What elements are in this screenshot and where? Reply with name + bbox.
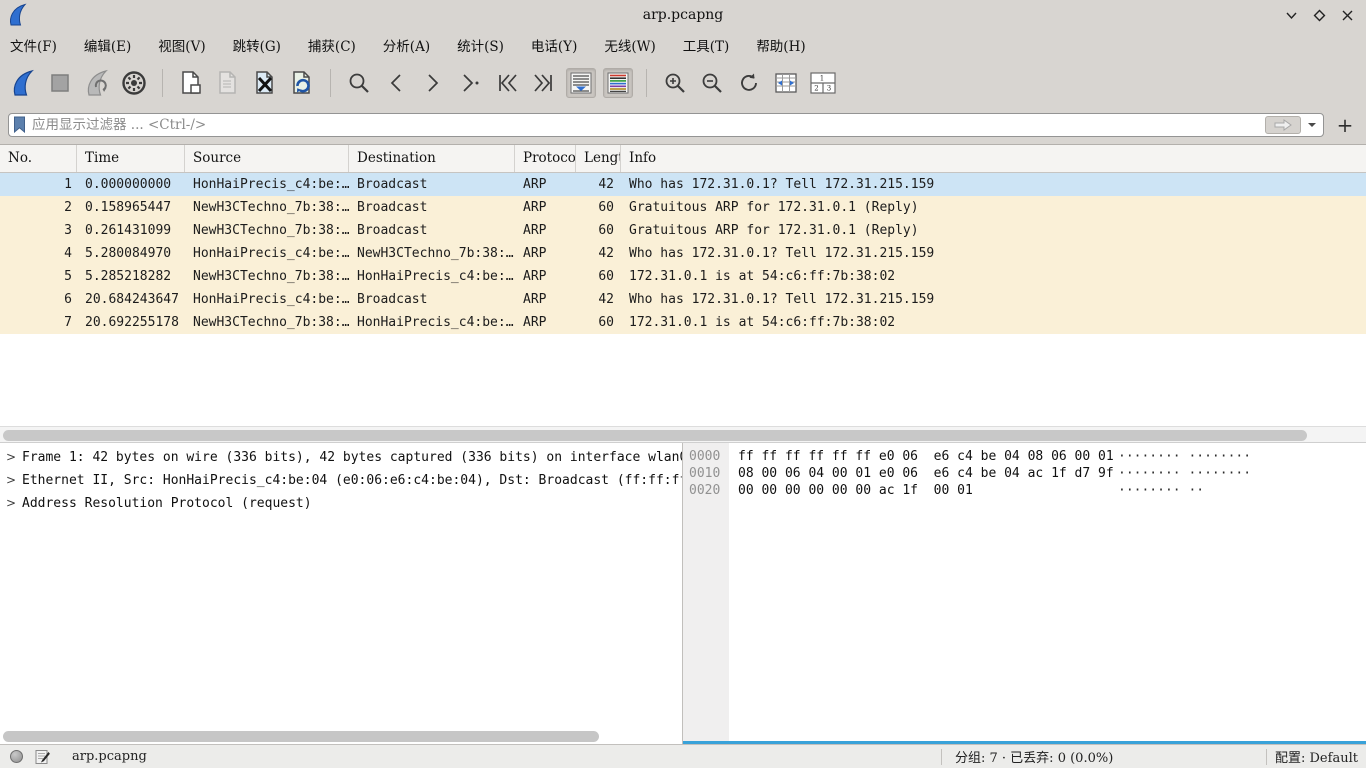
packet-row-1[interactable]: 10.000000000HonHaiPrecis_c4:be:…Broadcas… xyxy=(0,173,1366,196)
packet-list-header: No. Time Source Destination Protocol Len… xyxy=(0,145,1366,173)
first-packet-icon[interactable] xyxy=(492,68,522,98)
menu-edit[interactable]: 编辑(E) xyxy=(84,35,131,55)
detail-ethernet-row[interactable]: > Ethernet II, Src: HonHaiPrecis_c4:be:0… xyxy=(0,469,682,492)
previous-packet-icon[interactable] xyxy=(381,68,411,98)
stop-capture-icon[interactable] xyxy=(45,68,75,98)
column-header-destination[interactable]: Destination xyxy=(349,145,515,172)
scrollbar-thumb[interactable] xyxy=(3,430,1307,441)
menu-bar: 文件(F) 编辑(E) 视图(V) 跳转(G) 捕获(C) 分析(A) 统计(S… xyxy=(0,30,1366,60)
add-filter-button-icon[interactable]: + xyxy=(1332,113,1358,137)
display-filter-field[interactable] xyxy=(8,113,1324,137)
capture-comment-icon[interactable] xyxy=(35,749,50,765)
packet-list-empty-area xyxy=(0,334,1366,426)
packet-row-7[interactable]: 720.692255178NewH3CTechno_7b:38:…HonHaiP… xyxy=(0,311,1366,334)
zoom-in-icon[interactable] xyxy=(660,68,690,98)
toolbar-separator xyxy=(330,69,331,97)
find-packet-icon[interactable] xyxy=(344,68,374,98)
auto-scroll-toggle[interactable] xyxy=(566,68,596,98)
last-packet-icon[interactable] xyxy=(529,68,559,98)
column-header-time[interactable]: Time xyxy=(77,145,185,172)
reload-file-icon[interactable] xyxy=(287,68,317,98)
toolbar-separator xyxy=(646,69,647,97)
packet-row-3[interactable]: 30.261431099NewH3CTechno_7b:38:…Broadcas… xyxy=(0,219,1366,242)
column-header-source[interactable]: Source xyxy=(185,145,349,172)
menu-statistics[interactable]: 统计(S) xyxy=(457,35,504,55)
statusbar-packet-counts: 分组: 7 · 已丢弃: 0 (0.0%) xyxy=(942,747,1266,766)
menu-tools[interactable]: 工具(T) xyxy=(683,35,730,55)
toolbar-separator xyxy=(162,69,163,97)
svg-text:3: 3 xyxy=(827,84,831,92)
zoom-out-icon[interactable] xyxy=(697,68,727,98)
close-icon[interactable] xyxy=(1338,6,1356,24)
detail-arp-row[interactable]: > Address Resolution Protocol (request) xyxy=(0,492,682,515)
menu-wireless[interactable]: 无线(W) xyxy=(604,35,655,55)
title-bar: arp.pcapng xyxy=(0,0,1366,30)
colorize-toggle[interactable] xyxy=(603,68,633,98)
filter-bar: + xyxy=(0,105,1366,145)
packet-bytes-pane: 0000 ff ff ff ff ff ff e0 06 e6 c4 be 04… xyxy=(683,443,1366,744)
window-title: arp.pcapng xyxy=(0,7,1366,23)
packet-list: 10.000000000HonHaiPrecis_c4:be:…Broadcas… xyxy=(0,173,1366,334)
statusbar-profile[interactable]: 配置: Default xyxy=(1267,747,1366,766)
packet-row-2[interactable]: 20.158965447NewH3CTechno_7b:38:…Broadcas… xyxy=(0,196,1366,219)
minimize-icon[interactable] xyxy=(1282,6,1300,24)
status-bar: arp.pcapng 分组: 7 · 已丢弃: 0 (0.0%) 配置: Def… xyxy=(0,744,1366,768)
restart-capture-icon[interactable] xyxy=(82,68,112,98)
resize-columns-icon[interactable] xyxy=(771,68,801,98)
menu-file[interactable]: 文件(F) xyxy=(10,35,57,55)
menu-go[interactable]: 跳转(G) xyxy=(233,35,281,55)
wireshark-window: arp.pcapng 文件(F) 编辑(E) 视图(V) 跳转(G) 捕获(C)… xyxy=(0,0,1366,768)
hex-row-0000[interactable]: 0000 ff ff ff ff ff ff e0 06 e6 c4 be 04… xyxy=(683,448,1366,465)
start-capture-icon[interactable] xyxy=(8,68,38,98)
save-file-icon[interactable] xyxy=(213,68,243,98)
close-file-icon[interactable] xyxy=(250,68,280,98)
zoom-reset-icon[interactable] xyxy=(734,68,764,98)
goto-packet-icon[interactable] xyxy=(455,68,485,98)
main-toolbar: 1 2 3 xyxy=(0,60,1366,105)
filter-dropdown-caret-icon[interactable] xyxy=(1307,121,1319,129)
packet-row-5[interactable]: 55.285218282NewH3CTechno_7b:38:…HonHaiPr… xyxy=(0,265,1366,288)
packet-row-6[interactable]: 620.684243647HonHaiPrecis_c4:be:…Broadca… xyxy=(0,288,1366,311)
column-header-protocol[interactable]: Protocol xyxy=(515,145,576,172)
details-hscrollbar[interactable] xyxy=(0,729,682,744)
apply-filter-arrow-icon[interactable] xyxy=(1265,116,1301,134)
hex-row-0010[interactable]: 0010 08 00 06 04 00 01 e0 06 e6 c4 be 04… xyxy=(683,465,1366,482)
svg-text:2: 2 xyxy=(814,84,818,92)
open-file-icon[interactable] xyxy=(176,68,206,98)
menu-analyze[interactable]: 分析(A) xyxy=(383,35,430,55)
layout-icon[interactable]: 1 2 3 xyxy=(808,68,838,98)
display-filter-input[interactable] xyxy=(32,117,1259,133)
menu-help[interactable]: 帮助(H) xyxy=(756,35,805,55)
column-header-info[interactable]: Info xyxy=(621,145,1366,172)
statusbar-filename[interactable]: arp.pcapng xyxy=(72,749,147,764)
expander-icon[interactable]: > xyxy=(0,469,22,492)
scrollbar-thumb[interactable] xyxy=(3,731,599,742)
detail-frame-row[interactable]: > Frame 1: 42 bytes on wire (336 bits), … xyxy=(0,446,682,469)
capture-options-gear-icon[interactable] xyxy=(119,68,149,98)
packet-list-hscrollbar[interactable] xyxy=(0,426,1366,443)
maximize-icon[interactable] xyxy=(1310,6,1328,24)
svg-text:1: 1 xyxy=(820,74,824,82)
hex-row-0020[interactable]: 0020 00 00 00 00 00 00 ac 1f 00 01 ·····… xyxy=(683,482,1366,499)
column-header-no[interactable]: No. xyxy=(0,145,77,172)
next-packet-icon[interactable] xyxy=(418,68,448,98)
menu-view[interactable]: 视图(V) xyxy=(158,35,205,55)
column-header-length[interactable]: Length xyxy=(576,145,621,172)
expert-info-icon[interactable] xyxy=(10,750,23,763)
menu-capture[interactable]: 捕获(C) xyxy=(308,35,356,55)
bookmark-icon[interactable] xyxy=(13,116,26,133)
packet-row-4[interactable]: 45.280084970HonHaiPrecis_c4:be:…NewH3CTe… xyxy=(0,242,1366,265)
expander-icon[interactable]: > xyxy=(0,446,22,469)
packet-details-pane: > Frame 1: 42 bytes on wire (336 bits), … xyxy=(0,443,683,744)
menu-telephony[interactable]: 电话(Y) xyxy=(531,35,577,55)
expander-icon[interactable]: > xyxy=(0,492,22,515)
